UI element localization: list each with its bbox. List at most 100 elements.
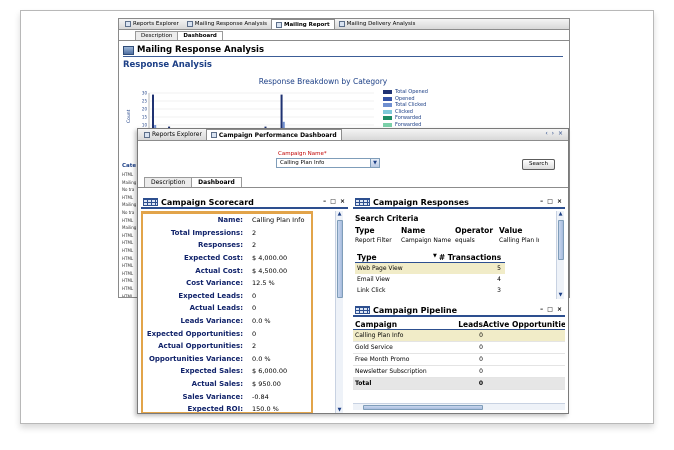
- subtab-description[interactable]: Description: [144, 177, 193, 187]
- scorecard-row: Actual Leads: 0: [143, 302, 311, 315]
- scrollbar-thumb[interactable]: [337, 220, 343, 298]
- scorecard-label: Expected Sales:: [180, 367, 243, 376]
- scorecard-value: 0.0 %: [252, 317, 271, 326]
- scrollbar-thumb[interactable]: [558, 220, 564, 260]
- column-header-transactions[interactable]: # Transactions: [439, 253, 501, 262]
- scorecard-label: Actual Opportunities:: [158, 342, 243, 351]
- pipeline-total-row[interactable]: Total 0: [353, 378, 565, 390]
- scorecard-value: 2: [252, 228, 257, 237]
- scorecard-value: 0: [252, 291, 257, 300]
- scorecard-label: Actual Leads:: [189, 304, 243, 313]
- campaign-name-select[interactable]: Calling Plan Info ▼: [276, 158, 380, 168]
- tab-mailing-delivery-analysis[interactable]: Mailing Delivery Analysis: [335, 19, 420, 29]
- grid-icon: [143, 198, 158, 206]
- column-header-leads[interactable]: Leads: [443, 320, 483, 329]
- scorecard-value: Calling Plan Info: [252, 216, 305, 225]
- y-tick-label: 20: [142, 107, 148, 112]
- report-icon: [276, 21, 282, 28]
- scorecard-row: Actual Opportunities: 2: [143, 340, 311, 353]
- scorecard-label: Cost Variance:: [186, 279, 243, 288]
- scorecard-row: Total Impressions: 2: [143, 227, 311, 240]
- transaction-row[interactable]: Web Page View 5: [355, 263, 505, 274]
- scorecard-value: $ 4,500.00: [252, 266, 288, 275]
- scroll-down-icon[interactable]: ▼: [557, 292, 564, 299]
- transaction-row[interactable]: Email View 4: [355, 274, 505, 285]
- pipeline-cell-leads: 0: [479, 368, 483, 375]
- pipeline-row[interactable]: Newsletter Subscription 0: [353, 366, 565, 378]
- transaction-count: 3: [497, 287, 501, 294]
- scorecard-scrollbar[interactable]: ▲ ▼: [335, 211, 343, 413]
- scorecard-header: Campaign Scorecard – □ ×: [141, 197, 348, 209]
- scorecard-value: 2: [252, 241, 257, 250]
- pane-controls[interactable]: – □ ×: [323, 198, 346, 205]
- pipeline-row[interactable]: Free Month Promo 0: [353, 354, 565, 366]
- pipeline-row[interactable]: Gold Service 0: [353, 342, 565, 354]
- search-button[interactable]: Search: [522, 159, 555, 170]
- criteria-header: Value: [499, 226, 523, 235]
- subtab-dashboard[interactable]: Dashboard: [177, 31, 223, 40]
- pipeline-header: Campaign Pipeline – □ ×: [353, 305, 565, 317]
- subtab-description[interactable]: Description: [135, 31, 179, 40]
- window-controls[interactable]: ‹ › ×: [545, 130, 564, 137]
- scorecard-value: 2: [252, 342, 257, 351]
- front-subtabs: Description Dashboard: [138, 177, 568, 188]
- transaction-count: 5: [497, 265, 501, 272]
- pipeline-cell-leads: 0: [479, 344, 483, 351]
- pipeline-cell-campaign: Total: [355, 380, 372, 387]
- back-tab-strip: Reports Explorer Mailing Response Analys…: [119, 19, 569, 30]
- transaction-row[interactable]: Link Click 3: [355, 285, 505, 296]
- section-title: Response Analysis: [123, 60, 212, 70]
- scorecard-row: Actual Cost: $ 4,500.00: [143, 264, 311, 277]
- criteria-cell: Calling Plan Inf: [499, 237, 539, 244]
- explorer-icon: [144, 131, 150, 138]
- y-tick-label: 25: [142, 99, 148, 104]
- scroll-up-icon[interactable]: ▲: [557, 211, 564, 218]
- responses-title: Campaign Responses: [373, 197, 469, 207]
- transaction-count: 4: [497, 276, 501, 283]
- scorecard-value: 12.5 %: [252, 279, 275, 288]
- tab-reports-explorer[interactable]: Reports Explorer: [140, 129, 206, 140]
- chevron-down-icon[interactable]: ▼: [370, 159, 379, 167]
- scroll-down-icon[interactable]: ▼: [336, 407, 343, 413]
- transaction-type: Link Click: [357, 287, 386, 294]
- legend-swatch: [383, 96, 392, 101]
- tab-mailing-report[interactable]: Mailing Report: [271, 19, 335, 29]
- scorecard-row: Responses: 2: [143, 239, 311, 252]
- column-header-type[interactable]: Type: [355, 253, 433, 262]
- campaign-name-value: Calling Plan Info: [280, 160, 325, 166]
- scorecard-row: Name: Calling Plan Info: [143, 214, 311, 227]
- sort-icon[interactable]: ▼: [433, 253, 437, 262]
- column-header-campaign[interactable]: Campaign: [353, 320, 443, 329]
- responses-header: Campaign Responses – □ ×: [353, 197, 565, 209]
- pane-controls[interactable]: – □ ×: [540, 306, 563, 313]
- pipeline-horizontal-scrollbar[interactable]: [353, 403, 565, 410]
- criteria-table: Type Name Operator Value Report Filter C…: [355, 226, 555, 244]
- report-icon: [186, 21, 193, 27]
- legend-swatch: [383, 116, 392, 121]
- scorecard-value: 150.0 %: [252, 405, 279, 414]
- scorecard-label: Responses:: [198, 241, 243, 250]
- campaign-pipeline-pane: Campaign Pipeline – □ × Campaign Leads A…: [353, 305, 565, 413]
- pipeline-body: Campaign Leads Active Opportunities Call…: [353, 319, 565, 413]
- title-divider: [123, 56, 563, 57]
- pane-controls[interactable]: – □ ×: [540, 198, 563, 205]
- responses-body: Search Criteria Type Name Operator Value…: [353, 211, 555, 299]
- pipeline-cell-leads: 0: [479, 356, 483, 363]
- responses-scrollbar[interactable]: ▲ ▼: [556, 211, 564, 299]
- tab-reports-explorer[interactable]: Reports Explorer: [121, 19, 183, 29]
- scorecard-label: Expected Opportunities:: [146, 329, 243, 338]
- scroll-up-icon[interactable]: ▲: [336, 211, 343, 218]
- tab-campaign-performance-dashboard[interactable]: Campaign Performance Dashboard: [205, 129, 342, 140]
- tab-mailing-response-analysis[interactable]: Mailing Response Analysis: [183, 19, 271, 29]
- y-tick-label: 15: [142, 115, 148, 120]
- criteria-cell: Campaign Name: [401, 237, 452, 244]
- subtab-dashboard[interactable]: Dashboard: [191, 177, 242, 187]
- pipeline-row[interactable]: Calling Plan Info 0: [353, 330, 565, 342]
- scorecard-label: Name:: [217, 216, 243, 225]
- criteria-cell: Report Filter: [355, 237, 392, 244]
- pipeline-cell-campaign: Calling Plan Info: [355, 332, 404, 339]
- scrollbar-thumb[interactable]: [363, 405, 483, 410]
- column-header-active-opportunities[interactable]: Active Opportunities: [483, 320, 565, 329]
- scorecard-label: Actual Sales:: [191, 380, 243, 389]
- pipeline-rows: Calling Plan Info 0 Gold Service 0 Free Mont…: [353, 330, 565, 390]
